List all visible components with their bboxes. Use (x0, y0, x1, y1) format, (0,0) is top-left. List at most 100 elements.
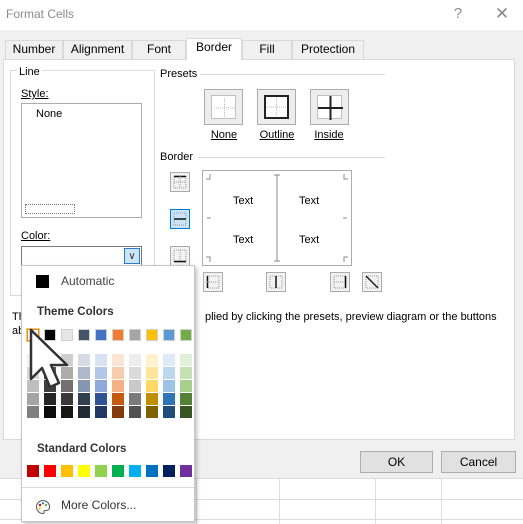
border-label: Border (160, 151, 194, 163)
theme-shade-swatch[interactable] (95, 380, 107, 392)
preset-none-button[interactable] (204, 89, 243, 125)
tab-number[interactable]: Number (5, 40, 63, 59)
tab-border[interactable]: Border (186, 38, 242, 60)
tab-alignment[interactable]: Alignment (63, 40, 132, 59)
theme-shade-swatch[interactable] (78, 354, 90, 366)
theme-shade-swatch[interactable] (129, 354, 141, 366)
theme-shade-swatch[interactable] (61, 393, 73, 405)
tab-font[interactable]: Font (132, 40, 186, 59)
standard-color-swatch[interactable] (27, 465, 39, 477)
theme-shade-swatch[interactable] (180, 393, 192, 405)
theme-shade-swatch[interactable] (163, 354, 175, 366)
border-inside-horizontal-button[interactable] (170, 209, 190, 229)
theme-shade-swatch[interactable] (146, 367, 158, 379)
border-bottom-button[interactable] (170, 246, 190, 266)
palette-icon (36, 499, 51, 515)
theme-shade-swatch[interactable] (78, 406, 90, 418)
standard-color-swatch[interactable] (163, 465, 175, 477)
standard-color-swatch[interactable] (61, 465, 73, 477)
theme-color-swatch[interactable] (95, 329, 107, 341)
standard-color-swatch[interactable] (78, 465, 90, 477)
theme-shade-swatch[interactable] (146, 406, 158, 418)
more-colors-option[interactable]: More Colors... (23, 493, 193, 517)
theme-shade-swatch[interactable] (180, 406, 192, 418)
standard-color-swatch[interactable] (95, 465, 107, 477)
theme-shade-swatch[interactable] (78, 367, 90, 379)
help-button[interactable]: ? (446, 4, 470, 24)
border-left-button[interactable] (203, 272, 223, 292)
theme-shade-swatch[interactable] (180, 354, 192, 366)
automatic-color-option[interactable]: Automatic (23, 268, 193, 292)
theme-color-swatch[interactable] (146, 329, 158, 341)
theme-shade-swatch[interactable] (61, 406, 73, 418)
grid-line (196, 479, 197, 524)
theme-shade-swatch[interactable] (146, 354, 158, 366)
tab-protection[interactable]: Protection (292, 40, 364, 59)
theme-shade-swatch[interactable] (146, 393, 158, 405)
theme-shade-swatch[interactable] (163, 406, 175, 418)
theme-shade-swatch[interactable] (95, 354, 107, 366)
preset-outline-button[interactable] (257, 89, 296, 125)
theme-color-swatch[interactable] (112, 329, 124, 341)
line-style-dotted[interactable] (25, 204, 75, 214)
border-inside-horizontal-icon (173, 212, 187, 226)
preview-text: Text (299, 195, 320, 207)
theme-shade-swatch[interactable] (112, 380, 124, 392)
preview-guides (206, 174, 348, 262)
theme-shade-swatch[interactable] (112, 367, 124, 379)
theme-shade-swatch[interactable] (163, 367, 175, 379)
border-top-button[interactable] (170, 172, 190, 192)
preset-inside-button[interactable] (310, 89, 349, 125)
line-style-list[interactable]: None (21, 103, 142, 218)
theme-shade-swatch[interactable] (146, 380, 158, 392)
theme-shade-swatch[interactable] (95, 367, 107, 379)
theme-shade-swatch[interactable] (112, 406, 124, 418)
preset-none-label: None (210, 129, 238, 141)
line-style-none[interactable]: None (36, 108, 62, 120)
theme-shade-swatch[interactable] (180, 367, 192, 379)
border-preview-diagram[interactable]: Text Text Text Text (202, 170, 352, 266)
theme-shade-swatch[interactable] (129, 393, 141, 405)
theme-shade-swatch[interactable] (163, 393, 175, 405)
theme-color-swatch[interactable] (129, 329, 141, 341)
border-diagonal-button[interactable] (362, 272, 382, 292)
cancel-button[interactable]: Cancel (441, 451, 516, 473)
theme-shade-swatch[interactable] (95, 406, 107, 418)
theme-color-swatch[interactable] (163, 329, 175, 341)
standard-color-swatch[interactable] (129, 465, 141, 477)
presets-separator (200, 74, 385, 75)
close-button[interactable]: ✕ (490, 4, 514, 24)
theme-shade-swatch[interactable] (129, 380, 141, 392)
border-top-icon (173, 175, 187, 189)
border-right-button[interactable] (330, 272, 350, 292)
border-inside-vertical-button[interactable] (266, 272, 286, 292)
preview-text: Text (233, 195, 254, 207)
standard-color-swatch[interactable] (146, 465, 158, 477)
theme-shade-swatch[interactable] (129, 406, 141, 418)
theme-shade-swatch[interactable] (129, 367, 141, 379)
chevron-down-icon[interactable]: ∨ (124, 248, 140, 264)
line-color-combo[interactable]: ∨ (21, 246, 142, 266)
border-separator (198, 157, 385, 158)
standard-color-swatch[interactable] (112, 465, 124, 477)
automatic-label: Automatic (61, 274, 115, 288)
standard-color-swatch[interactable] (44, 465, 56, 477)
theme-shade-swatch[interactable] (78, 380, 90, 392)
theme-color-swatch[interactable] (78, 329, 90, 341)
theme-shade-swatch[interactable] (78, 393, 90, 405)
theme-shade-swatch[interactable] (95, 393, 107, 405)
theme-shade-swatch[interactable] (163, 380, 175, 392)
theme-shade-swatch[interactable] (44, 406, 56, 418)
border-left-icon (206, 275, 220, 289)
theme-shade-swatch[interactable] (27, 393, 39, 405)
theme-shade-swatch[interactable] (27, 406, 39, 418)
theme-shade-swatch[interactable] (44, 393, 56, 405)
theme-shade-swatch[interactable] (180, 380, 192, 392)
tab-fill[interactable]: Fill (242, 40, 292, 59)
mouse-cursor-icon (29, 328, 69, 389)
standard-color-swatch[interactable] (180, 465, 192, 477)
ok-button[interactable]: OK (360, 451, 433, 473)
theme-color-swatch[interactable] (180, 329, 192, 341)
theme-shade-swatch[interactable] (112, 354, 124, 366)
theme-shade-swatch[interactable] (112, 393, 124, 405)
